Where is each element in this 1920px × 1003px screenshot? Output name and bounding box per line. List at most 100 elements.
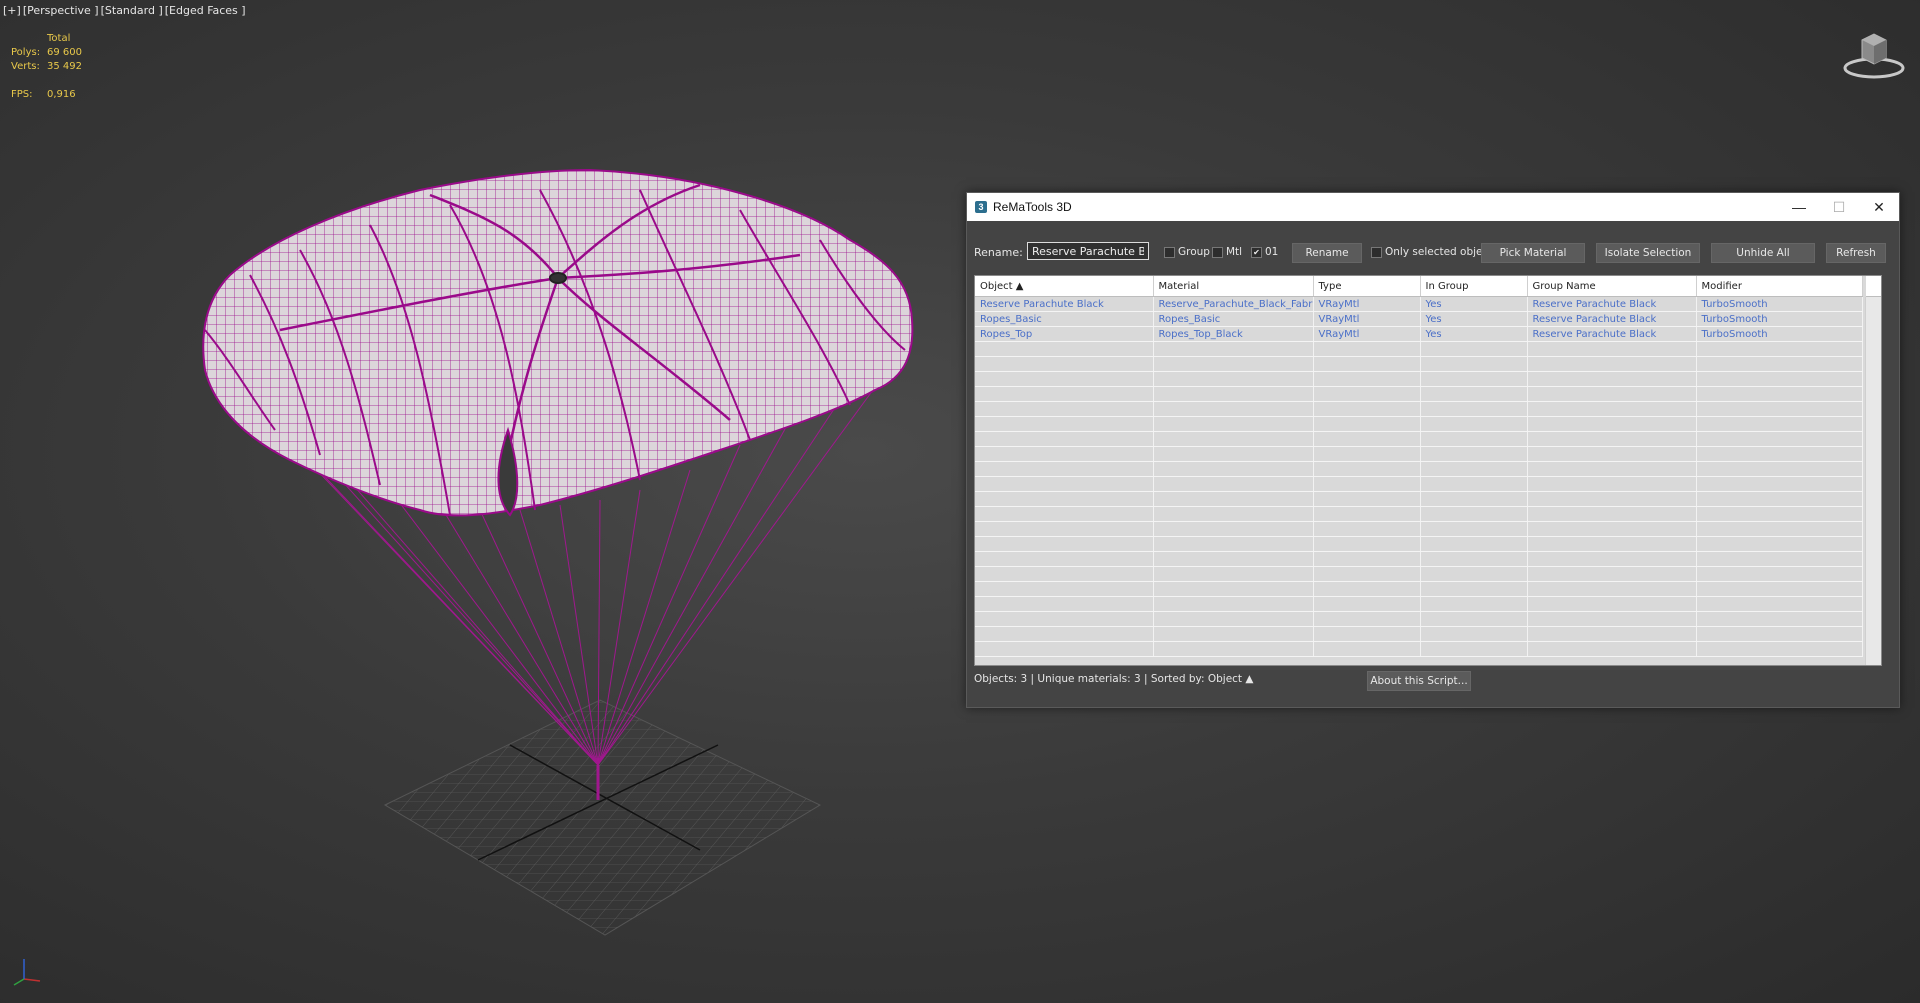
unhide-all-button[interactable]: Unhide All [1711, 243, 1815, 263]
table-cell[interactable]: VRayMtl [1313, 326, 1421, 342]
table-row[interactable]: Ropes_Top Ropes_Top_Black VRayMtl Yes Reserv… [975, 326, 1863, 342]
table-cell [1313, 461, 1421, 477]
column-header-material[interactable]: Material [1153, 276, 1314, 297]
rename-button[interactable]: Rename [1292, 243, 1362, 263]
table-cell [1420, 401, 1528, 417]
table-cell[interactable]: VRayMtl [1313, 296, 1421, 312]
group-checkbox-box[interactable] [1164, 246, 1175, 258]
numbering-checkbox[interactable]: ✔ 01 [1251, 246, 1278, 258]
table-cell[interactable]: Ropes_Basic [975, 311, 1154, 327]
group-checkbox[interactable]: Group [1164, 246, 1210, 258]
isolate-selection-button[interactable]: Isolate Selection [1596, 243, 1700, 263]
table-row-empty [975, 356, 1863, 372]
table-cell [1696, 551, 1863, 567]
table-cell [1313, 401, 1421, 417]
table-cell[interactable]: Yes [1420, 296, 1528, 312]
table-cell [975, 476, 1154, 492]
table-cell [1420, 386, 1528, 402]
table-cell[interactable]: Reserve Parachute Black [1527, 311, 1697, 327]
table-cell[interactable]: Ropes_Top [975, 326, 1154, 342]
table-cell [975, 386, 1154, 402]
table-cell [1153, 551, 1314, 567]
about-button[interactable]: About this Script... [1367, 671, 1471, 691]
table-cell [1313, 521, 1421, 537]
refresh-button[interactable]: Refresh [1826, 243, 1886, 263]
table-scrollbar[interactable] [1865, 297, 1881, 665]
table-cell [1696, 341, 1863, 357]
mtl-checkbox[interactable]: Mtl [1212, 246, 1242, 258]
table-cell[interactable]: TurboSmooth [1696, 296, 1863, 312]
table-cell [1696, 491, 1863, 507]
table-cell [975, 566, 1154, 582]
table-cell [1527, 521, 1697, 537]
table-cell [1527, 611, 1697, 627]
table-cell [1420, 626, 1528, 642]
only-selected-checkbox-box[interactable] [1371, 246, 1382, 258]
table-row-empty [975, 506, 1863, 522]
rename-input[interactable] [1027, 242, 1149, 260]
table-cell[interactable]: VRayMtl [1313, 311, 1421, 327]
table-cell[interactable]: Reserve Parachute Black [975, 296, 1154, 312]
table-cell [1313, 596, 1421, 612]
column-header-group-name[interactable]: Group Name [1527, 276, 1697, 297]
table-cell[interactable]: Yes [1420, 326, 1528, 342]
table-cell [1153, 566, 1314, 582]
table-cell [1420, 611, 1528, 627]
only-selected-checkbox[interactable]: Only selected objects [1371, 246, 1498, 258]
close-button[interactable]: ✕ [1859, 193, 1899, 221]
table-row[interactable]: Reserve Parachute Black Reserve_Parachute… [975, 296, 1863, 312]
table-cell [975, 491, 1154, 507]
mtl-checkbox-box[interactable] [1212, 246, 1223, 258]
table-cell[interactable]: TurboSmooth [1696, 326, 1863, 342]
table-cell [975, 446, 1154, 462]
rematools-dialog[interactable]: 3 ReMaTools 3D — ☐ ✕ Rename: Group Mtl ✔… [966, 192, 1900, 708]
table-cell [1696, 476, 1863, 492]
table-cell [1153, 371, 1314, 387]
table-cell [1696, 416, 1863, 432]
column-header-object[interactable]: Object ▲ [975, 276, 1154, 297]
table-cell[interactable]: Reserve Parachute Black [1527, 326, 1697, 342]
table-cell [1153, 356, 1314, 372]
table-cell [1527, 551, 1697, 567]
maximize-button[interactable]: ☐ [1819, 193, 1859, 221]
dialog-titlebar[interactable]: 3 ReMaTools 3D — ☐ ✕ [967, 193, 1899, 221]
app-icon: 3 [975, 201, 987, 213]
dialog-toolbar: Rename: Group Mtl ✔ 01 Rename Only selec… [974, 242, 1887, 265]
minimize-button[interactable]: — [1779, 193, 1819, 221]
column-header-type[interactable]: Type [1313, 276, 1421, 297]
table-cell [1420, 566, 1528, 582]
table-row-empty [975, 521, 1863, 537]
table-cell [1153, 446, 1314, 462]
table-cell [975, 521, 1154, 537]
objects-table[interactable]: Object ▲ Material Type In Group Group Na… [974, 275, 1882, 666]
table-cell [1313, 356, 1421, 372]
viewcube-icon[interactable] [1842, 26, 1906, 82]
table-cell [1153, 536, 1314, 552]
table-cell[interactable]: Yes [1420, 311, 1528, 327]
table-cell [1153, 386, 1314, 402]
table-cell [1313, 641, 1421, 657]
table-row-empty [975, 401, 1863, 417]
pick-material-button[interactable]: Pick Material [1481, 243, 1585, 263]
table-cell [1696, 356, 1863, 372]
table-cell[interactable]: Reserve_Parachute_Black_Fabric [1153, 296, 1314, 312]
table-cell [975, 356, 1154, 372]
table-cell [1696, 626, 1863, 642]
table-cell [1420, 476, 1528, 492]
table-cell[interactable]: Ropes_Basic [1153, 311, 1314, 327]
numbering-checkbox-box[interactable]: ✔ [1251, 246, 1262, 258]
table-cell [1153, 461, 1314, 477]
table-cell [1696, 431, 1863, 447]
table-cell [1153, 581, 1314, 597]
table-cell[interactable]: Ropes_Top_Black [1153, 326, 1314, 342]
table-row[interactable]: Ropes_Basic Ropes_Basic VRayMtl Yes Reserve … [975, 311, 1863, 327]
table-cell[interactable]: TurboSmooth [1696, 311, 1863, 327]
column-header-modifier[interactable]: Modifier [1696, 276, 1863, 297]
table-cell [1420, 506, 1528, 522]
table-cell[interactable]: Reserve Parachute Black [1527, 296, 1697, 312]
table-cell [1527, 626, 1697, 642]
parachute-model[interactable] [0, 0, 940, 1003]
table-cell [975, 416, 1154, 432]
column-header-in-group[interactable]: In Group [1420, 276, 1528, 297]
table-cell [1696, 386, 1863, 402]
